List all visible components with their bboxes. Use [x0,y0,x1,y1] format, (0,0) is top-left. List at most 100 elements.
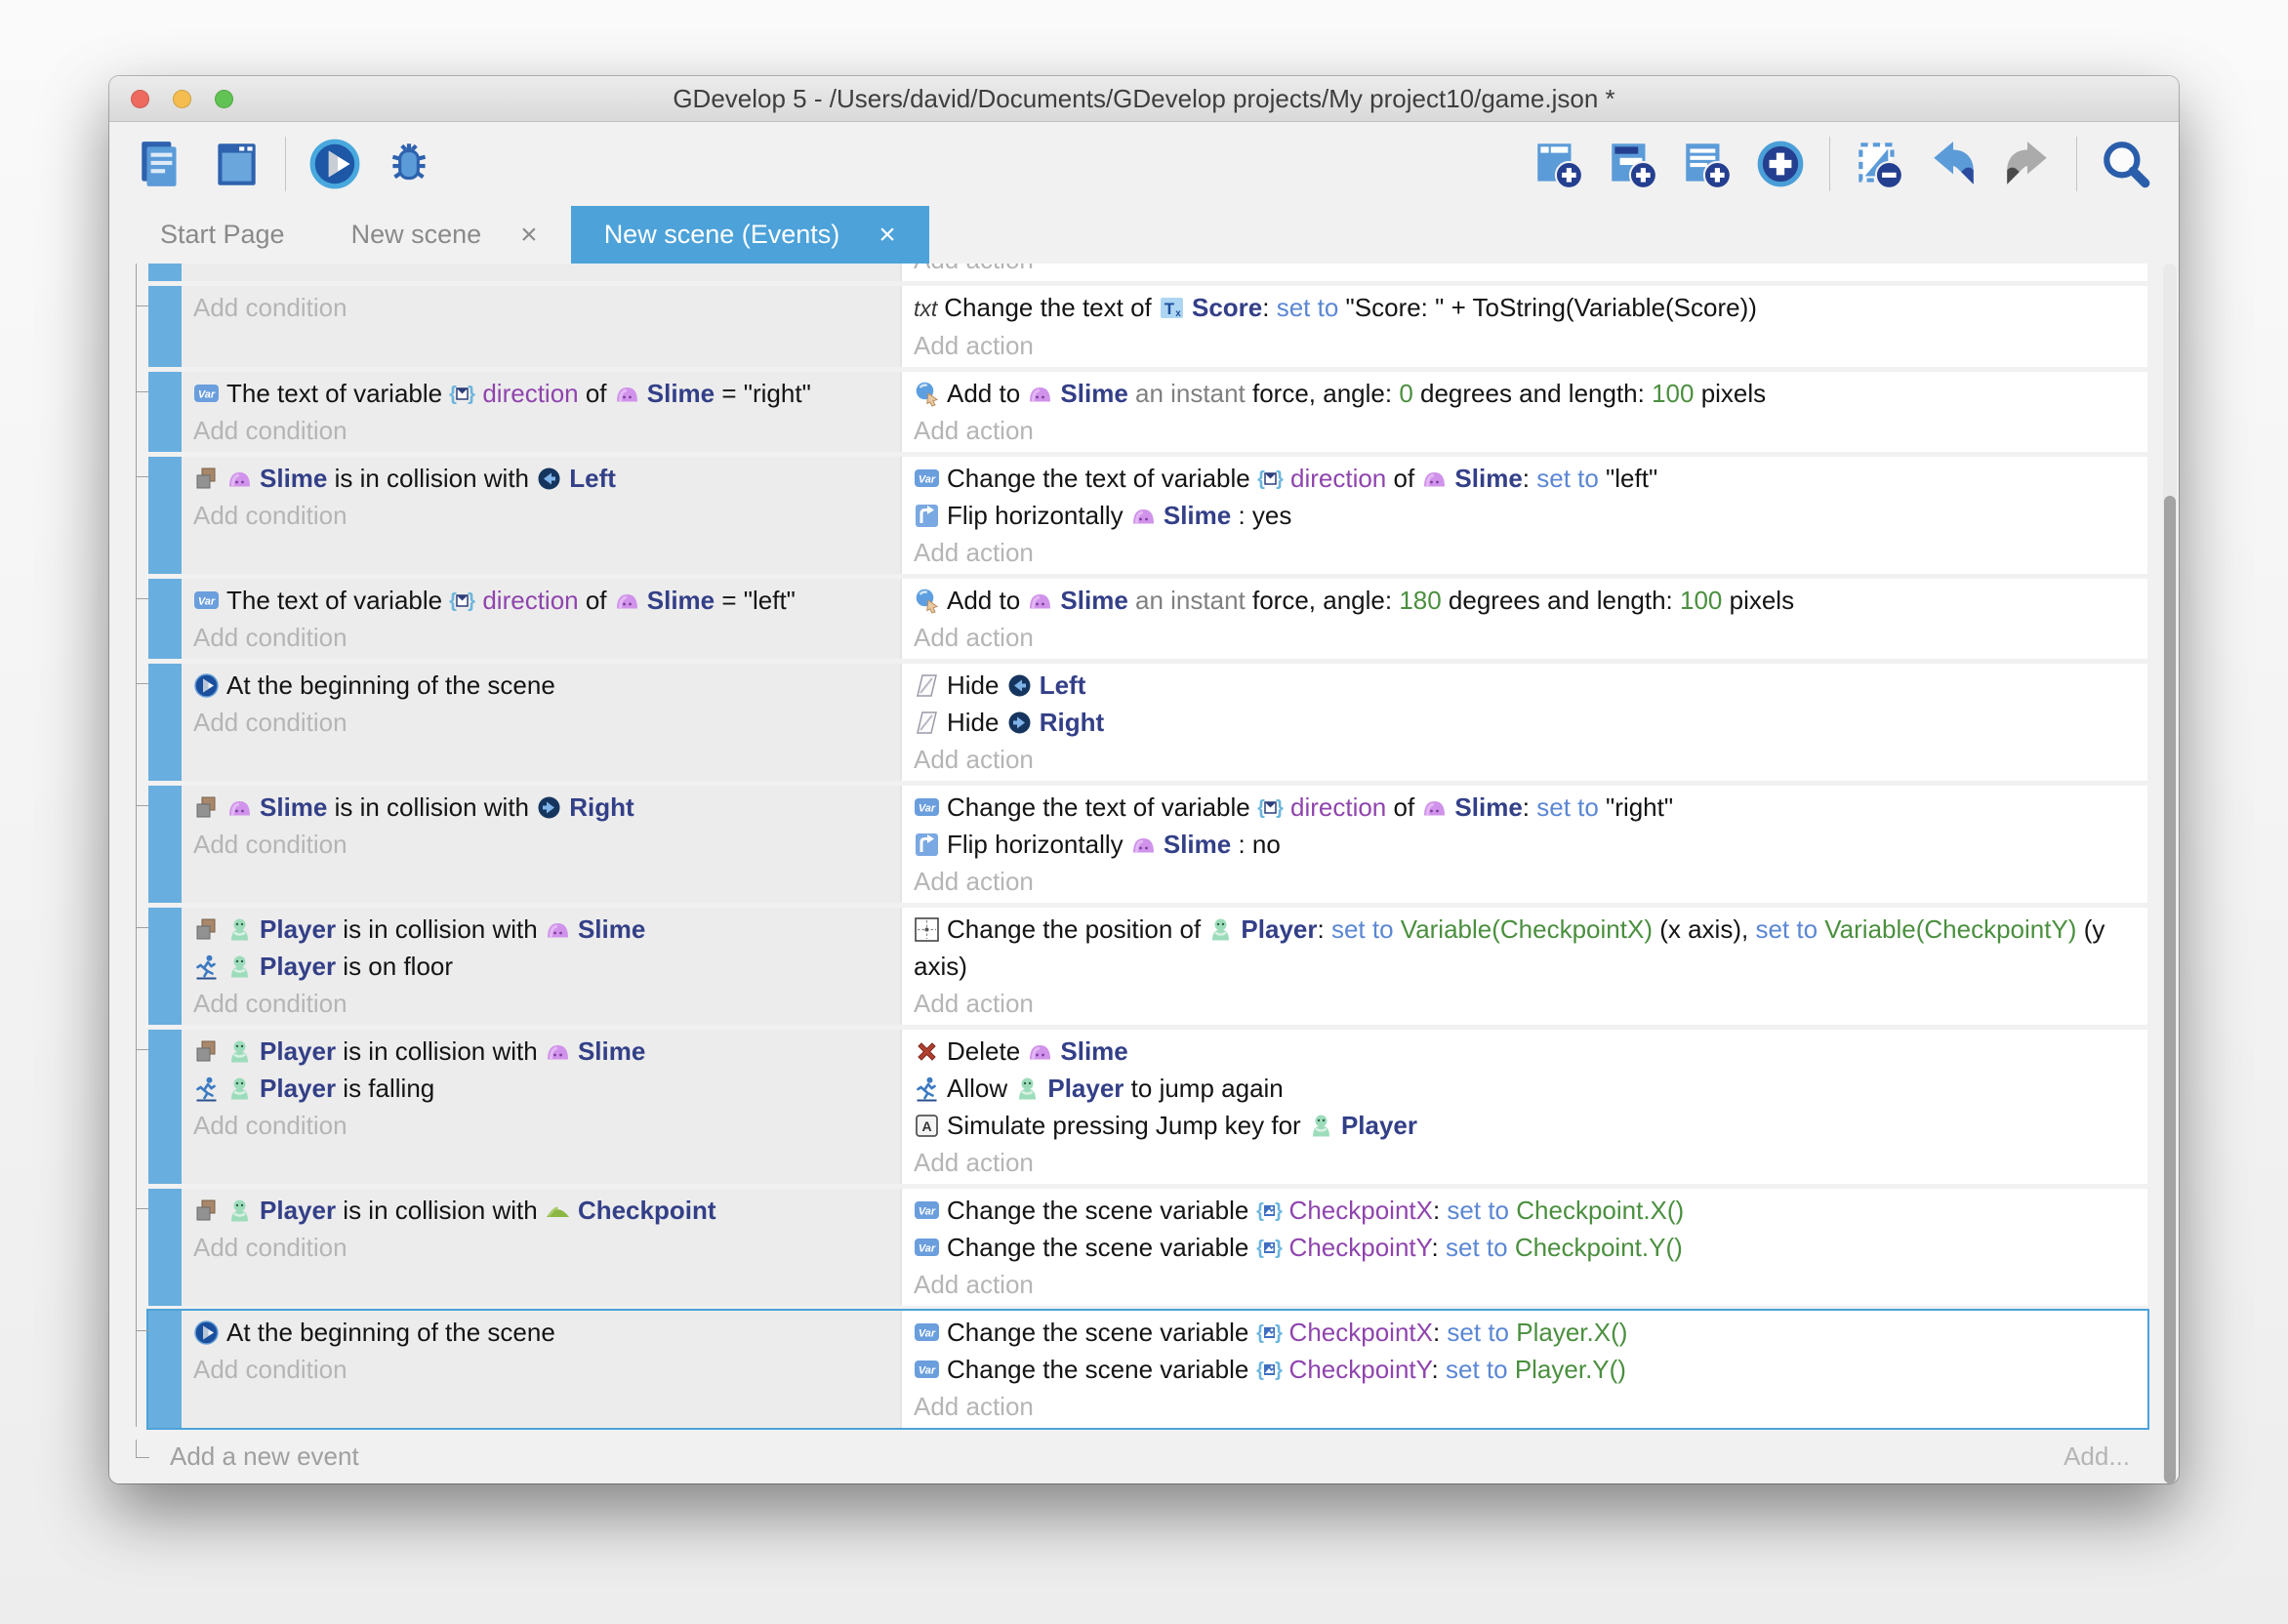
collision-icon [193,466,220,492]
slime-icon [545,1038,571,1065]
close-window-button[interactable] [131,90,149,108]
event-drag-handle[interactable] [148,664,182,781]
add-action-link[interactable]: Add action [902,863,2147,900]
flip-icon [914,832,940,858]
action-line[interactable]: VarChange the text of variable {}directi… [902,789,2147,826]
scrollbar-thumb[interactable] [2164,496,2176,1483]
add-condition-link[interactable]: Add condition [182,704,900,741]
instruction-text: : [1433,1318,1447,1347]
close-icon[interactable]: × [878,221,896,250]
play-icon[interactable] [307,137,362,191]
tab-label: Start Page [160,220,285,250]
add-condition-link[interactable]: Add condition [182,1351,900,1388]
condition-line[interactable]: Slime is in collision with Right [182,789,900,826]
action-line[interactable]: VarChange the scene variable {}Checkpoin… [902,1351,2147,1388]
add-condition-link[interactable]: Add condition [182,1229,900,1266]
scrollbar-track[interactable] [2163,264,2177,1483]
tab-start-page[interactable]: Start Page [127,206,318,264]
redo-icon[interactable] [2000,137,2055,191]
condition-line[interactable]: At the beginning of the scene [182,1314,900,1351]
undo-icon[interactable] [1926,137,1981,191]
add-condition-link[interactable]: Add condition [182,985,900,1022]
event-drag-handle[interactable] [148,1189,182,1306]
action-line[interactable]: VarChange the text of variable {}directi… [902,460,2147,497]
condition-line[interactable]: Player is in collision with Checkpoint [182,1192,900,1229]
add-action-link[interactable]: Add action [902,985,2147,1022]
add-new-event-link[interactable]: Add a new event [170,1441,359,1472]
add-circle-icon[interactable] [1753,137,1808,191]
delete-event-icon[interactable] [1852,137,1906,191]
add-button[interactable]: Add... [2063,1441,2130,1472]
object-name: Slime [647,586,715,615]
tab-label: New scene [351,220,482,250]
event-drag-handle[interactable] [148,264,182,281]
add-action-link[interactable]: Add action [902,741,2147,778]
add-condition-link[interactable]: Add condition [182,497,900,534]
add-event-icon[interactable] [1531,137,1585,191]
event-drag-handle[interactable] [148,372,182,452]
tab-new-scene-events[interactable]: New scene (Events)× [571,206,929,264]
add-subevent-icon[interactable] [1605,137,1659,191]
add-action-link[interactable]: Add action [902,619,2147,656]
minimize-window-button[interactable] [173,90,191,108]
project-manager-icon[interactable] [135,137,189,191]
event-drag-handle[interactable] [148,286,182,367]
action-line[interactable]: Flip horizontally Slime : no [902,826,2147,863]
event-drag-handle[interactable] [148,457,182,574]
event-drag-handle[interactable] [148,1030,182,1184]
add-condition-link[interactable]: Add condition [182,826,900,863]
condition-line[interactable]: At the beginning of the scene [182,667,900,704]
add-comment-icon[interactable] [1679,137,1734,191]
condition-line[interactable]: VarThe text of variable {}direction of S… [182,582,900,619]
event-drag-handle[interactable] [148,1311,182,1428]
right-icon [1006,710,1033,736]
action-line[interactable]: Hide Right [902,704,2147,741]
condition-line[interactable]: Player is falling [182,1070,900,1107]
add-action-link[interactable]: Add action [902,412,2147,449]
event-drag-handle[interactable] [148,786,182,903]
scene-editor-icon[interactable] [209,137,264,191]
condition-line[interactable]: Player is in collision with Slime [182,1033,900,1070]
add-condition-link[interactable]: Add condition [182,1107,900,1144]
action-line[interactable]: Hide Left [902,667,2147,704]
search-icon[interactable] [2099,137,2153,191]
action-line[interactable]: Change the position of Player: set to Va… [902,911,2147,985]
add-action-link[interactable]: Add action [902,1388,2147,1425]
add-action-link[interactable]: Add action [902,1144,2147,1181]
object-name: Slime [1454,792,1522,822]
add-action-link[interactable]: Add action [902,327,2147,364]
event-drag-handle[interactable] [148,579,182,659]
zoom-window-button[interactable] [215,90,233,108]
action-line[interactable]: Add to Slime an instant force, angle: 18… [902,582,2147,619]
add-action-link[interactable]: Add action [902,264,2147,278]
action-line[interactable]: ASimulate pressing Jump key for Player [902,1107,2147,1144]
close-icon[interactable]: × [520,221,538,250]
debug-icon[interactable] [382,137,436,191]
event-drag-handle[interactable] [148,908,182,1025]
action-line[interactable]: txtChange the text of TxScore: set to "S… [902,289,2147,327]
action-line[interactable]: Allow Player to jump again [902,1070,2147,1107]
add-action-link[interactable]: Add action [902,1266,2147,1303]
add-condition-link[interactable]: Add condition [182,412,900,449]
collision-icon [193,794,220,821]
action-line[interactable]: VarChange the scene variable {}Checkpoin… [902,1229,2147,1266]
var-icon: Var [914,466,940,492]
condition-line[interactable]: Player is in collision with Slime [182,911,900,948]
condition-line[interactable]: VarThe text of variable {}direction of S… [182,375,900,412]
instruction-text: Change the text of [944,293,1159,322]
add-condition-link[interactable]: Add condition [182,289,900,326]
action-line[interactable]: Delete Slime [902,1033,2147,1070]
action-line[interactable]: VarChange the scene variable {}Checkpoin… [902,1314,2147,1351]
condition-line[interactable]: Player is on floor [182,948,900,985]
action-line[interactable]: VarChange the scene variable {}Checkpoin… [902,1192,2147,1229]
action-line[interactable]: Add to Slime an instant force, angle: 0 … [902,375,2147,412]
add-condition-link[interactable]: Add condition [182,619,900,656]
action-line[interactable]: Flip horizontally Slime : yes [902,497,2147,534]
var-icon: Var [193,588,220,614]
add-action-link[interactable]: Add action [902,534,2147,571]
tab-new-scene[interactable]: New scene × [318,206,571,264]
instruction-text: : no [1231,830,1281,859]
condition-line[interactable]: Slime is in collision with Left [182,460,900,497]
expression: Variable(CheckpointX) [1401,914,1653,944]
events-list: Add actionAdd conditiontxtChange the tex… [148,264,2147,1428]
